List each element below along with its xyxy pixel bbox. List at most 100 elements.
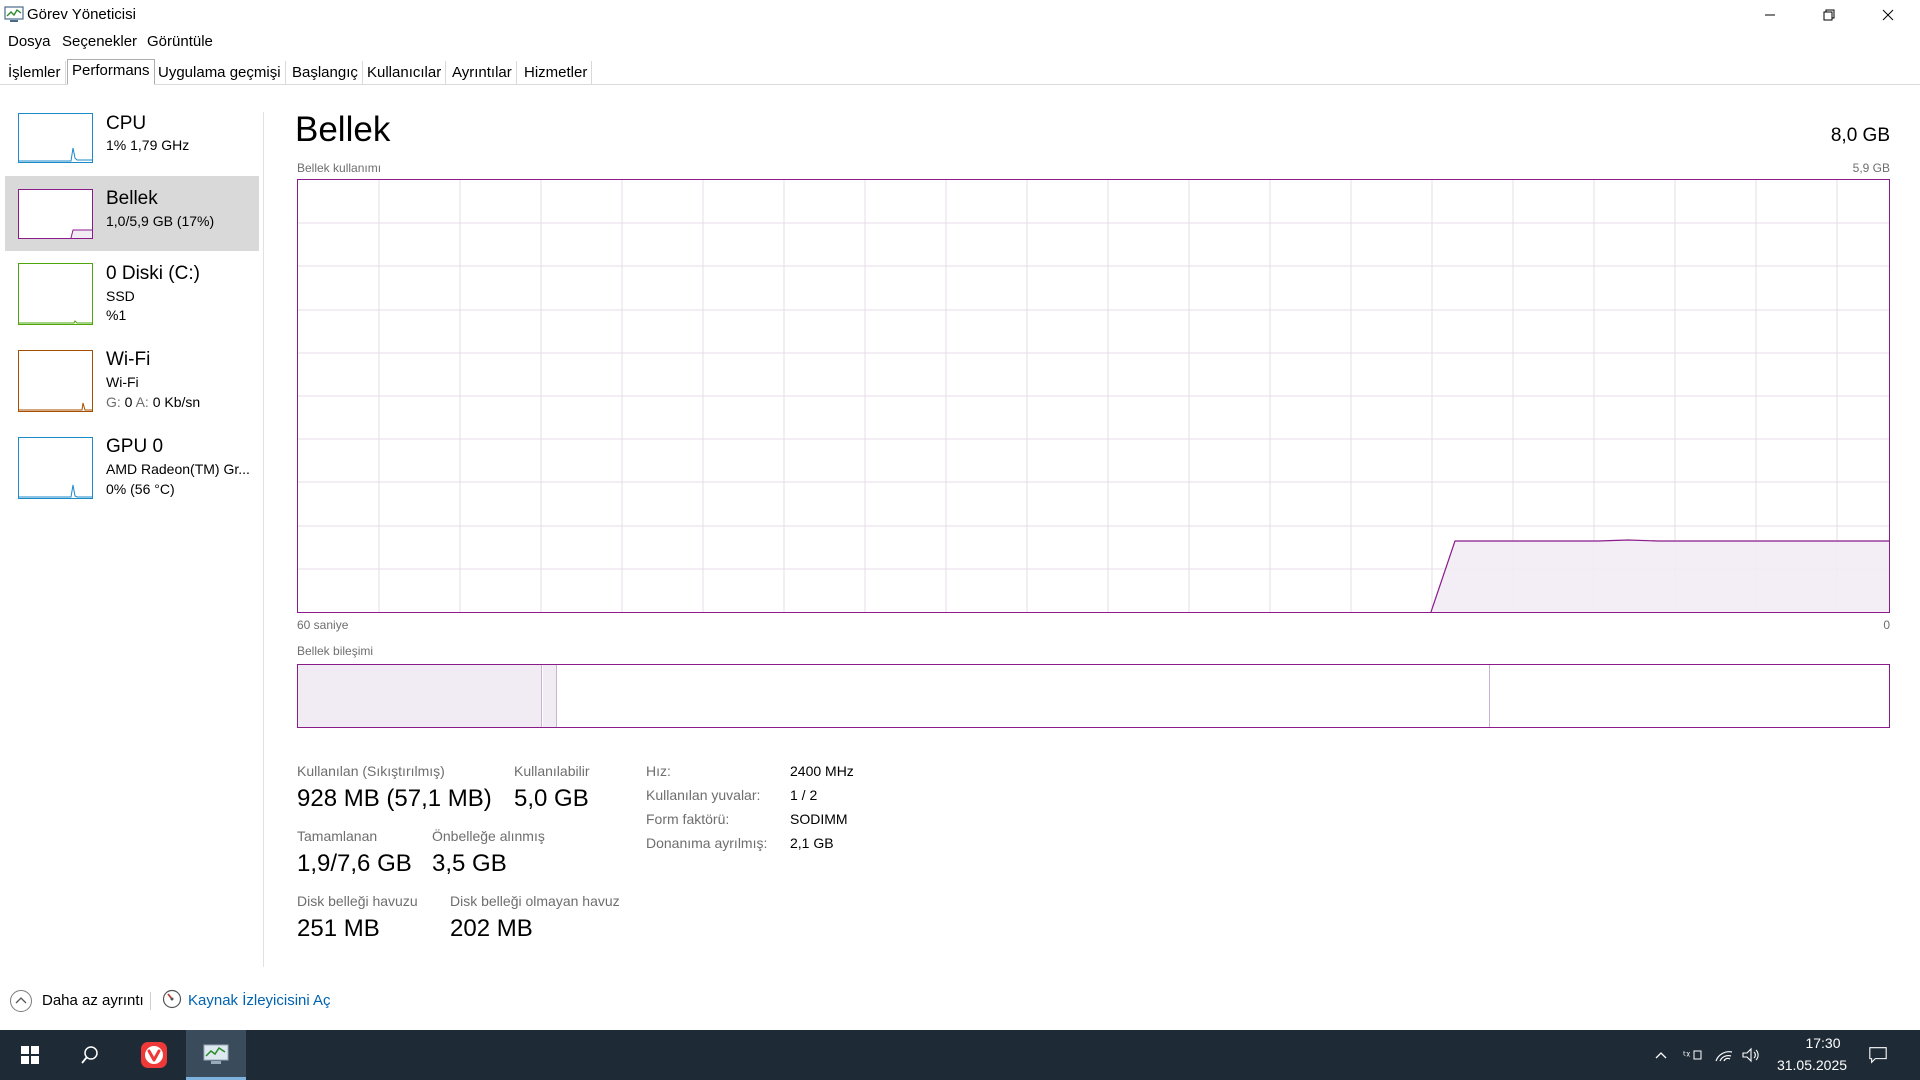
- chevron-up-icon[interactable]: [10, 990, 32, 1012]
- taskbar-clock-date[interactable]: 31.05.2025: [1772, 1057, 1852, 1073]
- sidebar-item-wifi[interactable]: Wi-Fi Wi-Fi G: 0 A: 0 Kb/sn: [5, 344, 259, 424]
- taskbar-clock-time[interactable]: 17:30: [1793, 1035, 1853, 1051]
- in-use-value: 928 MB (57,1 MB): [297, 785, 492, 812]
- sidebar-item-detail: %1: [106, 307, 127, 323]
- speed-label: Hız:: [646, 763, 671, 779]
- wifi-thumbnail-graph: [18, 350, 93, 412]
- sidebar-item-detail: 1% 1,79 GHz: [106, 137, 190, 153]
- speed-value: 2400 MHz: [790, 763, 854, 779]
- available-label: Kullanılabilir: [514, 763, 590, 779]
- task-manager-icon: [203, 1044, 229, 1064]
- vivaldi-taskbar-button[interactable]: [124, 1030, 184, 1080]
- memory-usage-graph: [297, 179, 1890, 613]
- vivaldi-browser-icon: [141, 1042, 167, 1068]
- minimize-button[interactable]: [1741, 0, 1799, 30]
- composition-in-use: [298, 665, 542, 727]
- disk-thumbnail-graph: [18, 263, 93, 325]
- open-resource-monitor-link[interactable]: Kaynak İzleyicisini Aç: [188, 992, 331, 1009]
- task-manager-taskbar-button[interactable]: [186, 1030, 246, 1080]
- search-button[interactable]: [60, 1030, 120, 1080]
- usage-graph-label: Bellek kullanımı: [297, 161, 382, 175]
- sidebar-divider: [263, 112, 264, 967]
- task-manager-app-icon: [4, 6, 24, 22]
- slots-value: 1 / 2: [790, 787, 818, 803]
- receive-prefix: A:: [135, 394, 149, 410]
- search-icon: [81, 1046, 98, 1064]
- action-center-icon[interactable]: [1868, 1045, 1888, 1065]
- sidebar-item-adapter: Wi-Fi: [106, 374, 139, 390]
- footer-separator: [150, 992, 151, 1010]
- gpu-thumbnail-graph: [18, 437, 93, 499]
- wifi-network-icon[interactable]: [1714, 1045, 1734, 1065]
- committed-value: 1,9/7,6 GB: [297, 850, 412, 877]
- send-prefix: G:: [106, 394, 121, 410]
- menu-file[interactable]: Dosya: [8, 33, 51, 50]
- restore-button[interactable]: [1800, 0, 1858, 30]
- graph-time-left: 60 saniye: [297, 618, 349, 632]
- composition-free: [1491, 665, 1889, 727]
- sidebar-item-detail: 0% (56 °C): [106, 481, 175, 497]
- memory-thumbnail-graph: [18, 189, 93, 239]
- composition-label: Bellek bileşimi: [297, 644, 374, 658]
- sidebar-item-disk[interactable]: 0 Diski (C:) SSD %1: [5, 257, 259, 337]
- page-title: Bellek: [295, 110, 391, 149]
- cached-label: Önbelleğe alınmış: [432, 828, 545, 844]
- paged-pool-label: Disk belleği havuzu: [297, 893, 418, 909]
- total-memory: 8,0 GB: [1830, 125, 1890, 146]
- tab-bar: İşlemler Performans Uygulama geçmişi Baş…: [0, 59, 1920, 85]
- send-value: 0: [124, 394, 133, 410]
- nonpaged-pool-label: Disk belleği olmayan havuz: [450, 893, 620, 909]
- sidebar-item-gpu[interactable]: GPU 0 AMD Radeon(TM) Gr... 0% (56 °C): [5, 430, 259, 510]
- paged-pool-value: 251 MB: [297, 915, 380, 942]
- tab-details[interactable]: Ayrıntılar: [448, 61, 517, 85]
- fewer-details-link[interactable]: Daha az ayrıntı: [42, 992, 144, 1009]
- sidebar-item-type: SSD: [106, 288, 135, 304]
- close-button[interactable]: [1859, 0, 1917, 30]
- sidebar-item-detail: G: 0 A: 0 Kb/sn: [106, 394, 200, 410]
- in-use-label: Kullanılan (Sıkıştırılmış): [297, 763, 445, 779]
- language-switch-icon[interactable]: ᵗᵡ: [1683, 1045, 1703, 1065]
- resource-monitor-icon[interactable]: [162, 989, 182, 1009]
- menu-options[interactable]: Seçenekler: [62, 33, 137, 50]
- tab-performance[interactable]: Performans: [67, 59, 155, 85]
- memory-composition-bar: [297, 664, 1890, 728]
- title-bar: Görev Yöneticisi: [0, 0, 1920, 30]
- sidebar-item-adapter: AMD Radeon(TM) Gr...: [106, 461, 250, 477]
- hardware-reserved-value: 2,1 GB: [790, 835, 834, 851]
- committed-label: Tamamlanan: [297, 828, 378, 844]
- tab-processes[interactable]: İşlemler: [4, 61, 66, 85]
- sidebar-item-cpu[interactable]: CPU 1% 1,79 GHz: [5, 105, 259, 175]
- sidebar-item-title: Bellek: [106, 188, 158, 209]
- tab-app-history[interactable]: Uygulama geçmişi: [154, 61, 286, 85]
- menu-view[interactable]: Görüntüle: [147, 33, 213, 50]
- usage-graph-max: 5,9 GB: [1852, 161, 1890, 175]
- sidebar-item-title: GPU 0: [106, 436, 164, 457]
- composition-standby: [558, 665, 1490, 727]
- taskbar: ᵗᵡ 17:30 31.05.2025: [0, 1030, 1920, 1080]
- minimize-icon: [1765, 14, 1775, 16]
- speaker-volume-icon[interactable]: [1741, 1045, 1761, 1065]
- windows-logo-icon: [21, 1046, 39, 1064]
- form-factor-value: SODIMM: [790, 811, 848, 827]
- close-icon: [1882, 9, 1894, 21]
- start-button[interactable]: [0, 1030, 60, 1080]
- window-title: Görev Yöneticisi: [27, 6, 136, 23]
- receive-value: 0 Kb/sn: [152, 394, 201, 410]
- sidebar-item-title: CPU: [106, 113, 147, 134]
- cpu-thumbnail-graph: [18, 113, 93, 163]
- sidebar-item-memory[interactable]: Bellek 1,0/5,9 GB (17%): [5, 176, 259, 251]
- tab-startup[interactable]: Başlangıç: [288, 61, 363, 85]
- sidebar-item-detail: 1,0/5,9 GB (17%): [106, 213, 215, 229]
- hardware-reserved-label: Donanıma ayrılmış:: [646, 835, 768, 851]
- form-factor-label: Form faktörü:: [646, 811, 730, 827]
- graph-time-right: 0: [1883, 618, 1890, 632]
- tab-services[interactable]: Hizmetler: [520, 61, 593, 85]
- cached-value: 3,5 GB: [432, 850, 507, 877]
- sidebar-item-title: 0 Diski (C:): [106, 263, 200, 284]
- footer-bar: Daha az ayrıntı Kaynak İzleyicisini Aç: [0, 982, 1920, 1022]
- restore-icon: [1823, 9, 1835, 21]
- svg-text:ᵗᵡ: ᵗᵡ: [1683, 1049, 1690, 1062]
- show-hidden-icons-chevron-icon[interactable]: [1651, 1045, 1671, 1065]
- tab-users[interactable]: Kullanıcılar: [363, 61, 447, 85]
- nonpaged-pool-value: 202 MB: [450, 915, 533, 942]
